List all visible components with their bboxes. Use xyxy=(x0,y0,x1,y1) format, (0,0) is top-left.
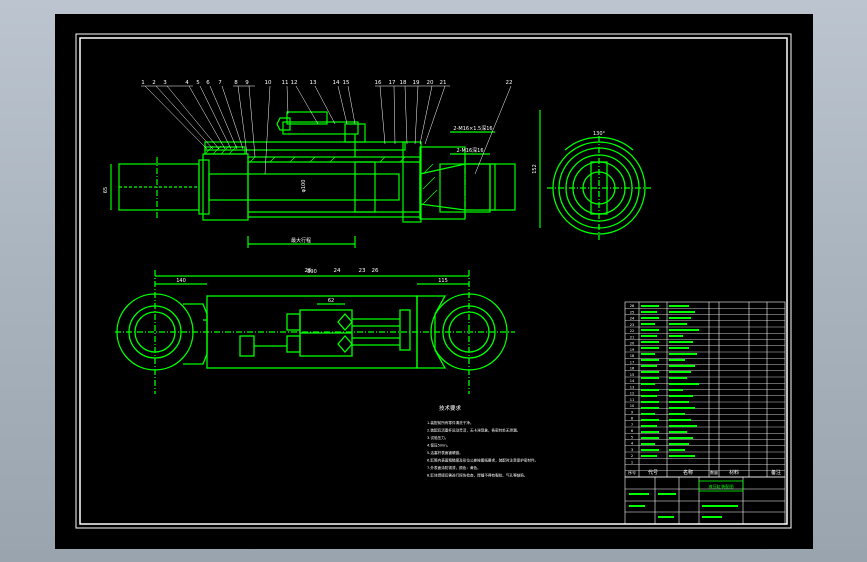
bom-seq: 18 xyxy=(630,354,635,358)
balloon-label: 20 xyxy=(427,80,434,86)
dimension-text: 最大行程 xyxy=(291,237,311,244)
notes-line: 3.试验压力。 xyxy=(427,435,448,440)
bom-header: 备注 xyxy=(771,469,781,476)
notes-line: 5.活塞杆表面镀硬铬。 xyxy=(427,450,463,455)
bom-seq: 19 xyxy=(630,348,635,352)
bom-seq: 7 xyxy=(631,423,633,427)
dimension-text: φ100 xyxy=(301,180,307,193)
bom-seq: 14 xyxy=(630,379,635,383)
bom-seq: 10 xyxy=(630,404,635,408)
bom-seq: 21 xyxy=(630,335,635,339)
balloon-label: 9 xyxy=(245,80,249,86)
balloon-label: 14 xyxy=(333,80,340,86)
balloon-label: 25 xyxy=(305,268,312,274)
balloon-label: 10 xyxy=(265,80,272,86)
bom-seq: 23 xyxy=(630,323,635,327)
dimension-text: 140 xyxy=(176,278,186,284)
balloon-label: 15 xyxy=(343,80,350,86)
balloon-label: 26 xyxy=(372,268,379,274)
balloon-label: 6 xyxy=(206,80,210,86)
bom-seq: 3 xyxy=(631,448,633,452)
balloon-label: 16 xyxy=(375,80,382,86)
bom-seq: 9 xyxy=(631,410,634,414)
balloon-label: 8 xyxy=(234,80,238,86)
dimension-text: 65 xyxy=(103,187,109,193)
bom-seq: 12 xyxy=(630,392,635,396)
part-balloons: 1 2 3 4 5 6 7 8 9 10 11 12 13 14 15 16 17 18 19 20 21 2225 24 2… xyxy=(141,80,512,274)
notes-line: 7.外表面涂防锈漆，颜色：黄色。 xyxy=(427,465,481,470)
balloon-label: 13 xyxy=(310,80,317,86)
section-hatch xyxy=(204,145,438,205)
balloon-label: 24 xyxy=(334,268,341,274)
balloon-label: 1 xyxy=(141,80,145,86)
end-view xyxy=(547,136,651,240)
title-block-fills xyxy=(629,493,738,518)
balloon-label: 5 xyxy=(196,80,200,86)
bom-seq: 5 xyxy=(631,435,633,439)
dimension-text: 152 xyxy=(532,164,538,174)
notes-line: 6.缸筒内表面粗糙度及形位公差按图纸要求，装配时注意保护密封件。 xyxy=(427,458,538,463)
bom-seq: 26 xyxy=(630,304,635,308)
balloon-label: 3 xyxy=(163,80,167,86)
bom-fills xyxy=(641,305,699,457)
assembly-drawing: 2-M16×1.5深162-M16深16最大行程890140 1156265152… xyxy=(75,33,792,529)
drawing-title: 液压缸装配图 xyxy=(708,483,733,490)
drawing-sheet: 2-M16×1.5深16 2-M16深16 最大行程 890 140 115 62 65 152… xyxy=(55,14,813,549)
balloon-label: 12 xyxy=(291,80,298,86)
bom-seq: 20 xyxy=(630,342,635,346)
bom-seq: 13 xyxy=(630,385,635,389)
bom-header: 材料 xyxy=(729,469,739,476)
bom-seq: 25 xyxy=(630,310,635,314)
bom-seq: 4 xyxy=(631,442,634,446)
notes-line: 2.装配后活塞杆运动灵活，无卡滞现象，各密封处无泄漏。 xyxy=(427,428,520,433)
bom-seq: 1 xyxy=(631,460,633,464)
drawing-text: 2-M16×1.5深162-M16深16最大行程890140 1156265152… xyxy=(103,125,606,304)
bom-header: 代号 xyxy=(648,469,658,476)
bom-seq: 2 xyxy=(631,454,633,458)
plan-view xyxy=(115,270,515,394)
balloon-label: 2 xyxy=(152,80,156,86)
dimension-text: 115 xyxy=(438,278,448,284)
balloon-label: 18 xyxy=(400,80,407,86)
dimension-text: 62 xyxy=(328,298,334,304)
notes-line: 8.缸体焊接后需进行探伤检查，焊缝不得有裂纹、气孔等缺陷。 xyxy=(427,473,527,478)
bom-seq: 17 xyxy=(630,360,635,364)
notes-line: 4.保压5min。 xyxy=(427,443,450,448)
balloon-label: 21 xyxy=(440,80,447,86)
balloon-label: 19 xyxy=(413,80,420,86)
dimension-text: 130° xyxy=(593,131,606,137)
balloon-label: 11 xyxy=(282,80,289,86)
bom-seq: 15 xyxy=(630,373,635,377)
notes-title: 技术要求 xyxy=(439,404,462,412)
balloon-label: 22 xyxy=(506,80,513,86)
bom-row-lines xyxy=(625,308,785,478)
bom-seq: 8 xyxy=(631,417,634,421)
bom-seq: 16 xyxy=(630,367,635,371)
dimension-text: 2-M16×1.5深16 xyxy=(453,125,492,132)
balloon-label: 4 xyxy=(185,80,189,86)
balloon-label: 17 xyxy=(389,80,396,86)
bom-header: 序号 xyxy=(628,469,636,475)
technical-notes: 技术要求 1.装配前所有零件清洗干净。 2.装配后活塞杆运动灵活，无卡滞现象，各密封… xyxy=(427,404,538,478)
bom-header: 名称 xyxy=(683,469,693,476)
balloon-label: 7 xyxy=(218,80,222,86)
balloon-label: 23 xyxy=(359,268,366,274)
bom-seq: 24 xyxy=(630,317,635,321)
bom-seq: 6 xyxy=(631,429,634,433)
bom-seq: 22 xyxy=(630,329,635,333)
notes-line: 1.装配前所有零件清洗干净。 xyxy=(427,420,474,425)
bom-seq: 11 xyxy=(630,398,635,402)
dimension-text: 2-M16深16 xyxy=(456,147,483,154)
bom-header: 数量 xyxy=(710,469,718,475)
